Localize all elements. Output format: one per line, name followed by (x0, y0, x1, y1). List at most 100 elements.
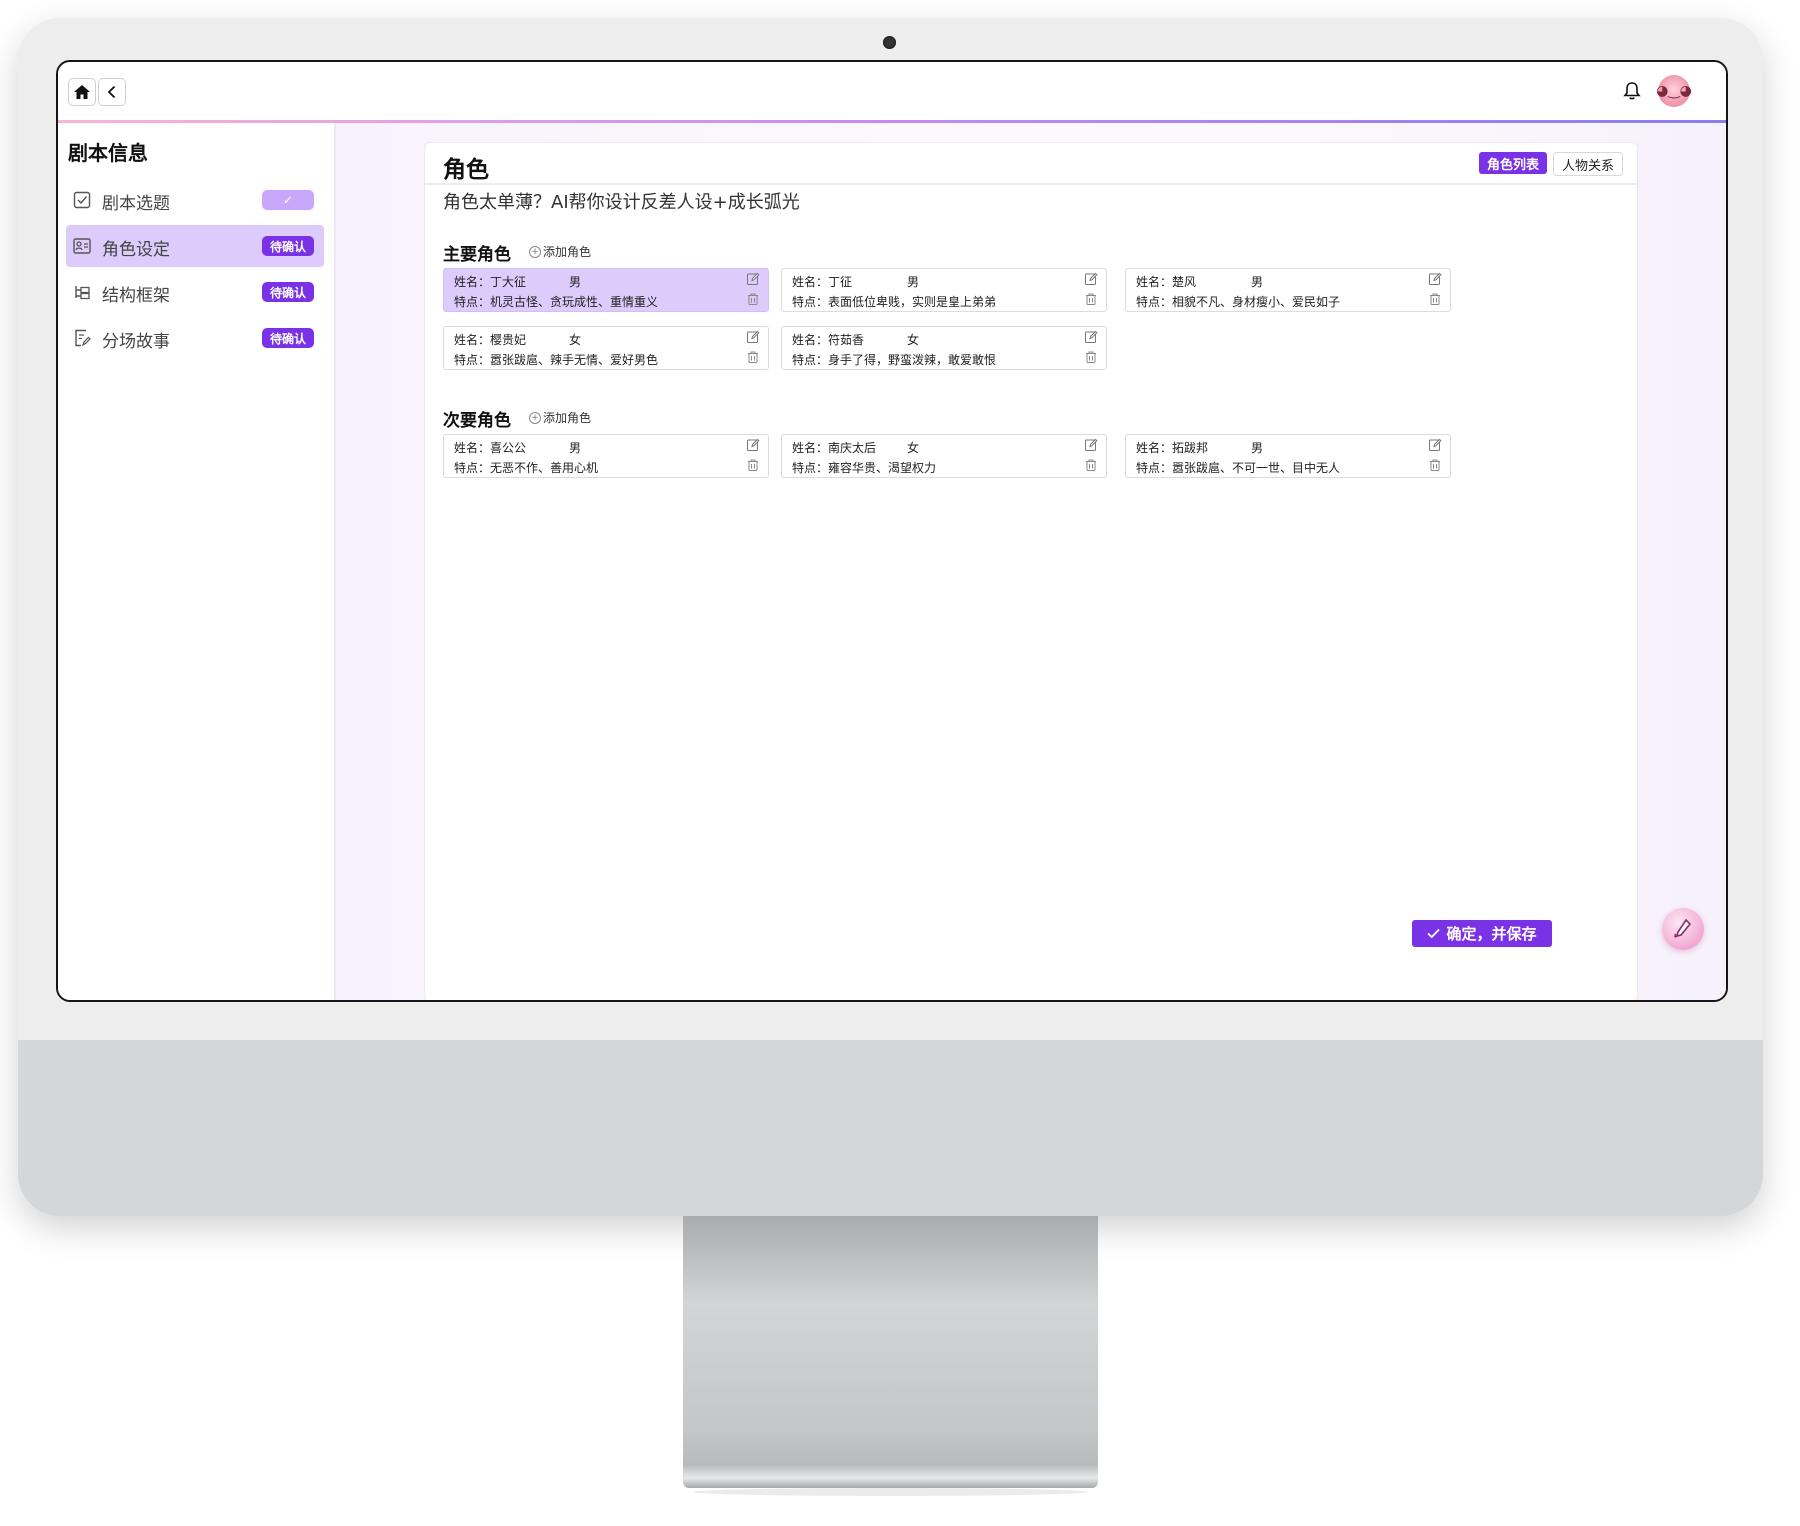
sidebar-item-topic[interactable]: 剧本选题 ✓ (66, 179, 324, 221)
confirm-save-button[interactable]: 确定，并保存 (1412, 920, 1552, 947)
character-traits: 特点：雍容华贵、渴望权力 (792, 461, 937, 475)
edit-icon[interactable] (1428, 272, 1442, 286)
character-traits: 特点：相貌不凡、身材瘦小、爱民如子 (1136, 295, 1341, 309)
tab-relationships[interactable]: 人物关系 (1553, 152, 1624, 176)
status-badge: 待确认 (262, 328, 314, 348)
character-gender: 女 (907, 333, 920, 347)
trash-icon[interactable] (1428, 292, 1442, 306)
check-icon (1427, 928, 1441, 939)
people-card-icon (73, 238, 91, 254)
character-name: 姓名：符茹香 (792, 333, 865, 347)
character-name: 姓名：丁大征 (454, 275, 527, 289)
trash-icon[interactable] (746, 458, 760, 472)
section-title-main: 主要角色 (443, 245, 511, 265)
topbar: ◕‿◕ (58, 62, 1726, 120)
chevron-left-icon (107, 85, 116, 99)
avatar-face-icon: ◕‿◕ (1656, 83, 1692, 99)
ai-assistant-button[interactable] (1662, 908, 1704, 950)
avatar[interactable]: ◕‿◕ (1656, 75, 1692, 107)
add-secondary-role-button[interactable]: + 添加角色 (529, 409, 591, 426)
trash-icon[interactable] (1428, 458, 1442, 472)
camera-icon (883, 36, 896, 49)
tab-character-list[interactable]: 角色列表 (1479, 152, 1548, 174)
character-name: 姓名：南庆太后 (792, 441, 877, 455)
home-icon (74, 85, 90, 99)
character-name: 姓名：拓跋邦 (1136, 441, 1209, 455)
pen-icon (1674, 918, 1692, 938)
edit-icon[interactable] (1084, 272, 1098, 286)
bell-icon (1623, 82, 1641, 100)
character-card[interactable]: 姓名：拓跋邦 男 特点：嚣张跋扈、不可一世、目中无人 (1125, 434, 1451, 478)
sidebar-item-characters[interactable]: 角色设定 待确认 (66, 225, 324, 267)
character-name: 姓名：丁征 (792, 275, 853, 289)
character-name: 姓名：樱贵妃 (454, 333, 527, 347)
character-traits: 特点：表面低位卑贱，实则是皇上弟弟 (792, 295, 997, 309)
character-card[interactable]: 姓名：楚风 男 特点：相貌不凡、身材瘦小、爱民如子 (1125, 268, 1451, 312)
character-card[interactable]: 姓名：丁大征 男 特点：机灵古怪、贪玩成性、重情重义 (443, 268, 769, 312)
trash-icon[interactable] (1084, 350, 1098, 364)
save-button-label: 确定，并保存 (1446, 925, 1537, 943)
section-title-secondary: 次要角色 (443, 411, 511, 431)
character-name: 姓名：楚风 (1136, 275, 1197, 289)
panel-subtitle: 角色太单薄？AI帮你设计反差人设+成长弧光 (443, 192, 800, 213)
add-role-label: 添加角色 (543, 245, 592, 259)
character-gender: 男 (569, 441, 582, 455)
character-card[interactable]: 姓名：南庆太后 女 特点：雍容华贵、渴望权力 (781, 434, 1107, 478)
checkbox-icon (73, 191, 91, 209)
sidebar-item-label: 角色设定 (102, 240, 170, 260)
monitor-chin (18, 1040, 1763, 1216)
back-button[interactable] (98, 78, 126, 106)
character-gender: 女 (907, 441, 920, 455)
character-gender: 男 (1251, 275, 1264, 289)
sidebar-title: 剧本信息 (68, 141, 148, 165)
notification-button[interactable] (1618, 77, 1646, 105)
edit-icon[interactable] (746, 330, 760, 344)
character-name: 姓名：喜公公 (454, 441, 527, 455)
character-gender: 男 (569, 275, 582, 289)
edit-icon[interactable] (1084, 330, 1098, 344)
character-traits: 特点：机灵古怪、贪玩成性、重情重义 (454, 295, 659, 309)
home-button[interactable] (68, 78, 96, 106)
character-gender: 男 (1251, 441, 1264, 455)
status-badge: 待确认 (262, 282, 314, 302)
monitor-stand (683, 1216, 1098, 1466)
character-card[interactable]: 姓名：丁征 男 特点：表面低位卑贱，实则是皇上弟弟 (781, 268, 1107, 312)
character-card[interactable]: 姓名：樱贵妃 女 特点：嚣张跋扈、辣手无情、爱好男色 (443, 326, 769, 370)
edit-icon[interactable] (746, 272, 760, 286)
tree-structure-icon (75, 286, 90, 300)
screen: ◕‿◕ 剧本信息 剧本选题 ✓ 角色设定 待确认 结构框架 待确认 分场故事 待… (56, 60, 1728, 1002)
view-tabs: 角色列表 人物关系 (1479, 152, 1624, 176)
character-card[interactable]: 姓名：喜公公 男 特点：无恶不作、善用心机 (443, 434, 769, 478)
character-traits: 特点：嚣张跋扈、辣手无情、爱好男色 (454, 353, 659, 367)
sidebar: 剧本信息 剧本选题 ✓ 角色设定 待确认 结构框架 待确认 分场故事 待确认 (58, 123, 336, 1000)
character-traits: 特点：身手了得，野蛮泼辣，敢爱敢恨 (792, 353, 997, 367)
character-traits: 特点：无恶不作、善用心机 (454, 461, 599, 475)
edit-icon[interactable] (1428, 438, 1442, 452)
page-title: 角色 (443, 157, 489, 183)
sidebar-item-scenes[interactable]: 分场故事 待确认 (66, 317, 324, 359)
trash-icon[interactable] (1084, 292, 1098, 306)
status-badge: 待确认 (262, 236, 314, 256)
sidebar-item-label: 分场故事 (102, 332, 170, 352)
trash-icon[interactable] (746, 350, 760, 364)
add-role-label: 添加角色 (543, 411, 592, 425)
trash-icon[interactable] (1084, 458, 1098, 472)
stand-shadow (693, 1488, 1088, 1496)
edit-icon[interactable] (746, 438, 760, 452)
character-card[interactable]: 姓名：符茹香 女 特点：身手了得，野蛮泼辣，敢爱敢恨 (781, 326, 1107, 370)
edit-icon[interactable] (1084, 438, 1098, 452)
document-edit-icon (75, 329, 91, 347)
add-main-role-button[interactable]: + 添加角色 (529, 243, 591, 260)
character-panel: 角色 角色列表 人物关系 角色太单薄？AI帮你设计反差人设+成长弧光 主要角色 … (424, 142, 1638, 1000)
trash-icon[interactable] (746, 292, 760, 306)
sidebar-item-structure[interactable]: 结构框架 待确认 (66, 271, 324, 313)
plus-circle-icon: + (529, 411, 541, 424)
sidebar-item-label: 结构框架 (102, 286, 170, 306)
character-gender: 女 (569, 333, 582, 347)
character-gender: 男 (907, 275, 920, 289)
monitor-stand-base (683, 1466, 1098, 1488)
status-badge-done: ✓ (262, 190, 314, 210)
panel-header: 角色 角色列表 人物关系 (425, 143, 1637, 185)
plus-circle-icon: + (529, 245, 541, 258)
sidebar-item-label: 剧本选题 (102, 194, 170, 214)
